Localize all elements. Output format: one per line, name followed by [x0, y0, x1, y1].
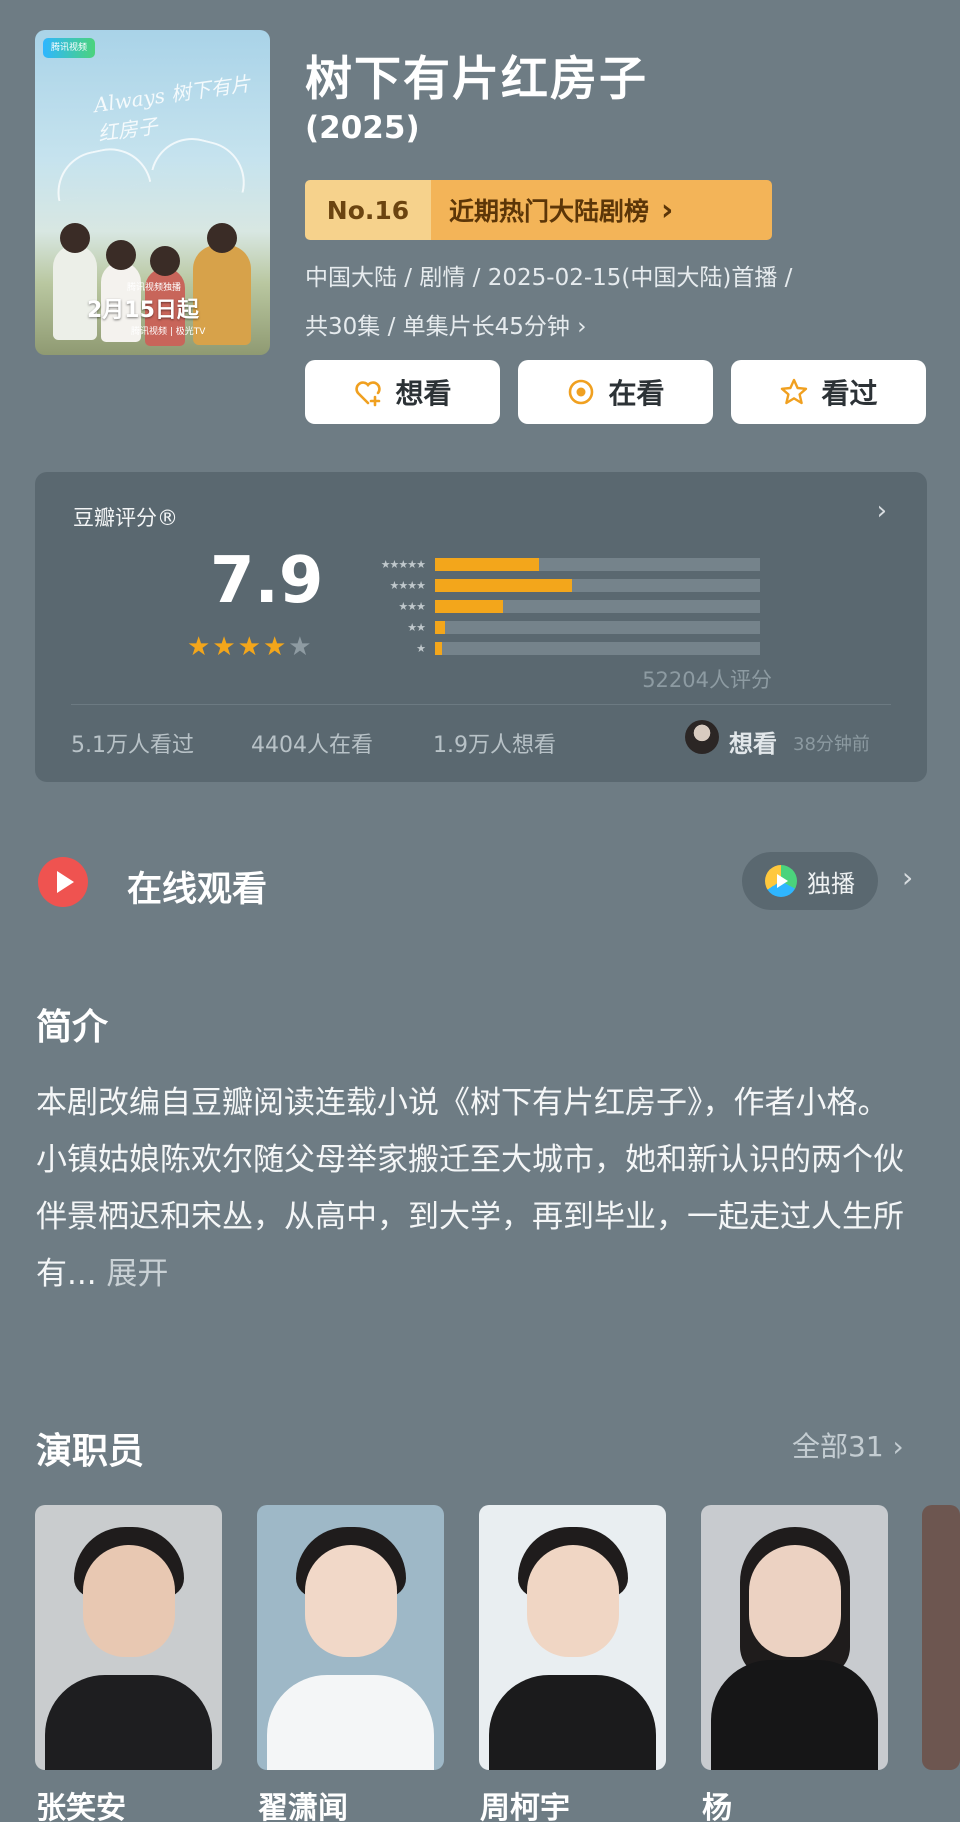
rating-bar-row: ★★★	[355, 596, 815, 616]
poster-script-title: Always 树下有片红房子	[92, 71, 252, 146]
rating-bar-fill	[435, 620, 445, 634]
rating-bar-track	[435, 620, 760, 634]
poster-date: 2月15日起	[87, 298, 199, 323]
cast-photo[interactable]	[479, 1505, 666, 1770]
rating-bar-track	[435, 641, 760, 655]
watched-label: 看过	[821, 377, 878, 410]
show-title: 树下有片红房子	[305, 52, 648, 107]
exclusive-label: 独播	[807, 869, 855, 898]
chevron-right-icon[interactable]: ›	[902, 861, 913, 894]
umbrella-graphic	[151, 129, 254, 193]
poster-platform: 腾讯视频 | 极光TV	[131, 327, 206, 337]
rating-count: 52204人评分	[642, 668, 772, 692]
cast-photo[interactable]	[35, 1505, 222, 1770]
show-year: (2025)	[305, 110, 420, 146]
rank-label-area: 近期热门大陆剧榜 ›	[431, 180, 772, 240]
douban-rating-label: 豆瓣评分®	[73, 506, 178, 530]
online-watch-title[interactable]: 在线观看	[127, 861, 267, 912]
rating-bar-fill	[435, 578, 572, 592]
rating-bar-row: ★★	[355, 617, 815, 637]
rank-label: 近期热门大陆剧榜	[449, 197, 650, 226]
expand-link[interactable]: 展开	[106, 1256, 168, 1292]
target-icon	[569, 379, 594, 405]
intro-heading: 简介	[36, 1007, 109, 1048]
rating-bar-fill	[435, 599, 504, 613]
watching-button[interactable]: 在看	[518, 360, 713, 424]
cast-name[interactable]: 周柯宇	[480, 1783, 570, 1822]
rating-bar-stars: ★★	[407, 620, 426, 634]
rating-bar-stars: ★	[416, 641, 426, 655]
cast-heading: 演职员	[36, 1431, 145, 1472]
rating-bar-row: ★★★★	[355, 575, 815, 595]
cast-photo[interactable]	[922, 1505, 960, 1770]
all-cast-link[interactable]: 全部31 ›	[792, 1425, 904, 1465]
star-filled-icon: ★	[212, 632, 236, 662]
ranking-badge[interactable]: No.16 近期热门大陆剧榜 ›	[305, 180, 772, 240]
rating-bar-track	[435, 599, 760, 613]
watched-count: 5.1万人看过	[71, 733, 194, 758]
want-count: 1.9万人想看	[433, 733, 556, 758]
watching-count: 4404人在看	[251, 733, 373, 758]
play-icon	[38, 857, 88, 907]
intro-text-block: 本剧改编自豆瓣阅读连载小说《树下有片红房子》，作者小格。小镇姑娘陈欢尔随父母举家…	[36, 1075, 916, 1303]
rating-bar-stars: ★★★	[398, 599, 426, 613]
rank-number: No.16	[305, 180, 431, 240]
rating-bar-track	[435, 557, 760, 571]
poster-image[interactable]: 腾讯视频 Always 树下有片红房子 腾讯视频独播 2月15日起 腾讯视频 |…	[35, 30, 270, 355]
want-label: 想看	[395, 377, 452, 410]
chevron-right-icon[interactable]: ›	[877, 496, 887, 526]
cast-photo[interactable]	[257, 1505, 444, 1770]
rating-stars: ★ ★ ★ ★ ★	[187, 634, 312, 660]
friend-time: 38分钟前	[793, 734, 870, 755]
rating-bar-row: ★	[355, 638, 815, 658]
watched-button[interactable]: 看过	[731, 360, 926, 424]
chevron-right-icon: ›	[661, 192, 674, 228]
exclusive-platform-button[interactable]: 独播	[742, 852, 878, 910]
rating-bar-stars: ★★★★	[389, 578, 426, 592]
rating-panel[interactable]: 豆瓣评分® › 7.9 ★ ★ ★ ★ ★ ★★★★★ ★★★★ ★★★ ★★ ★ 52204人…	[35, 472, 927, 782]
rating-bar-row: ★★★★★	[355, 554, 815, 574]
cast-name[interactable]: 杨	[702, 1783, 732, 1822]
want-to-watch-button[interactable]: 想看	[305, 360, 500, 424]
star-icon	[781, 378, 808, 405]
cast-photo[interactable]	[701, 1505, 888, 1770]
cast-name[interactable]: 张笑安	[36, 1783, 126, 1822]
cast-name[interactable]: 翟潇闻	[258, 1783, 348, 1822]
tencent-video-icon	[765, 865, 797, 897]
star-filled-icon: ★	[262, 632, 287, 662]
friend-avatar[interactable]	[685, 720, 719, 754]
watching-label: 在看	[608, 377, 665, 410]
divider	[71, 704, 891, 705]
star-filled-icon: ★	[237, 632, 261, 662]
rating-bar-fill	[435, 557, 539, 571]
heart-plus-icon	[355, 381, 382, 407]
meta-line-2[interactable]: 共30集 / 单集片长45分钟 ›	[305, 307, 586, 341]
friend-action: 想看	[729, 730, 777, 758]
meta-line-1: 中国大陆 / 剧情 / 2025-02-15(中国大陆)首播 /	[305, 265, 793, 291]
rating-bar-fill	[435, 641, 442, 655]
star-empty-icon: ★	[288, 632, 312, 662]
tencent-video-logo: 腾讯视频	[43, 38, 95, 58]
umbrella-graphic	[49, 140, 152, 202]
rating-bar-track	[435, 578, 760, 592]
rating-bar-stars: ★★★★★	[380, 557, 426, 571]
rating-score: 7.9	[210, 544, 324, 618]
star-filled-icon: ★	[187, 632, 211, 662]
rating-distribution: ★★★★★ ★★★★ ★★★ ★★ ★	[355, 554, 815, 659]
